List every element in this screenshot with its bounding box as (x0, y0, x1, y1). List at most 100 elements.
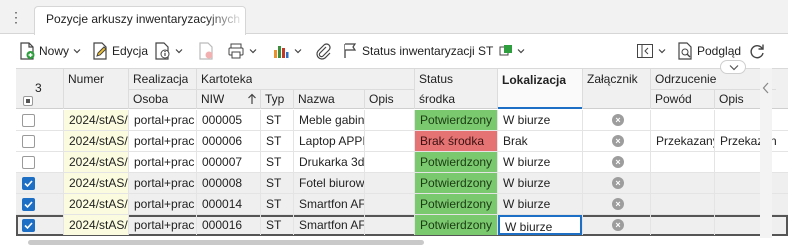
column-scroll-panel[interactable] (760, 68, 772, 238)
cell-numer[interactable]: 2024/stAS/ (64, 173, 128, 193)
scrollbar-thumb[interactable] (28, 240, 424, 245)
cell-opis[interactable] (365, 110, 414, 130)
cell-typ[interactable]: ST (261, 110, 293, 130)
cell-numer[interactable]: 2024/stAS/ (64, 131, 128, 151)
header-srodka[interactable]: środka (419, 92, 455, 106)
header-typ[interactable]: Typ (265, 92, 284, 106)
header-osoba[interactable]: Osoba (133, 92, 168, 106)
cell-status[interactable]: Potwierdzony (415, 110, 497, 130)
delete-document-button[interactable] (197, 40, 215, 62)
row-checkbox[interactable] (22, 135, 35, 148)
panel-toggle-button[interactable] (636, 40, 666, 62)
row-checkbox[interactable] (22, 198, 35, 211)
print-button[interactable] (227, 40, 257, 62)
cell-powod[interactable] (651, 194, 714, 214)
cell-powod[interactable] (651, 152, 714, 172)
cell-numer[interactable]: 2024/stAS/ (64, 194, 128, 214)
cell-powod[interactable]: Przekazany (651, 131, 714, 151)
new-button[interactable]: Nowy (18, 40, 81, 62)
table-row[interactable]: 2024/stAS/portal+prac 000014 ST Smartfon AF… (16, 194, 788, 215)
cell-lokalizacja[interactable]: Brak (498, 131, 582, 151)
cell-opis[interactable] (365, 215, 414, 235)
table-row[interactable]: 2024/stAS/portal+prac 000007 ST Drukarka 3d… (16, 152, 788, 173)
tab-pozycje-arkuszy[interactable]: Pozycje arkuszy inwentaryzacyjnych (34, 6, 246, 35)
cell-typ[interactable]: ST (261, 152, 293, 172)
cell-osoba[interactable]: portal+prac (129, 173, 196, 193)
status-inventory-button[interactable]: Status inwentaryzacji ST (342, 40, 525, 62)
cell-lokalizacja[interactable]: W biurze (498, 215, 582, 235)
cell-numer[interactable]: 2024/stAS/ (64, 215, 128, 235)
cell-typ[interactable]: ST (261, 173, 293, 193)
cell-niw[interactable]: 000008 (197, 173, 260, 193)
edit-button[interactable]: Edycja (91, 40, 148, 62)
cell-niw[interactable]: 000007 (197, 152, 260, 172)
cell-powod[interactable] (651, 110, 714, 130)
cell-osoba[interactable]: portal+prac (129, 194, 196, 214)
header-niw[interactable]: NIW (201, 92, 224, 106)
cell-nazwa[interactable]: Drukarka 3d (294, 152, 364, 172)
header-nazwa[interactable]: Nazwa (298, 92, 335, 106)
cell-nazwa[interactable]: Meble gabin (294, 110, 364, 130)
cell-typ[interactable]: ST (261, 194, 293, 214)
cell-niw[interactable]: 000014 (197, 194, 260, 214)
header-lokalizacja[interactable]: Lokalizacja (502, 73, 566, 87)
expand-header-button[interactable] (720, 60, 746, 74)
header-numer[interactable]: Numer (68, 72, 104, 86)
cell-typ[interactable]: ST (261, 215, 293, 235)
header-opis[interactable]: Opis (369, 92, 394, 106)
table-row[interactable]: 2024/stAS/portal+prac 000005 ST Meble gabin… (16, 110, 788, 131)
header-realizacja[interactable]: Realizacja (133, 72, 188, 86)
header-opis2[interactable]: Opis (719, 92, 744, 106)
row-checkbox[interactable] (22, 156, 35, 169)
cell-osoba[interactable]: portal+prac (129, 152, 196, 172)
cell-niw[interactable]: 000005 (197, 110, 260, 130)
header-status[interactable]: Status (419, 72, 453, 86)
cell-typ[interactable]: ST (261, 131, 293, 151)
cell-status[interactable]: Potwierdzony (415, 152, 497, 172)
row-checkbox[interactable] (22, 114, 35, 127)
cell-niw[interactable]: 000016 (197, 215, 260, 235)
sort-ascending-icon[interactable] (247, 93, 257, 105)
cell-status[interactable]: Brak środka (415, 131, 497, 151)
cell-powod[interactable] (651, 173, 714, 193)
table-row[interactable]: 2024/stAS/portal+prac 000006 ST Laptop APPI… (16, 131, 788, 152)
cell-numer[interactable]: 2024/stAS/ (64, 110, 128, 130)
header-odrzucenie[interactable]: Odrzucenie (655, 72, 716, 86)
table-row[interactable]: 2024/stAS/portal+prac 000016 ST Smartfon AF… (16, 215, 788, 236)
preview-button[interactable]: Podgląd (676, 40, 741, 62)
cell-status[interactable]: Potwierdzony (415, 215, 497, 235)
cell-status[interactable]: Potwierdzony (415, 173, 497, 193)
header-zalacznik[interactable]: Załącznik (587, 72, 638, 86)
cell-numer[interactable]: 2024/stAS/ (64, 152, 128, 172)
row-checkbox[interactable] (22, 177, 35, 190)
cell-opis[interactable] (365, 194, 414, 214)
cell-opis[interactable] (365, 152, 414, 172)
select-all-checkbox[interactable] (23, 96, 33, 106)
cell-lokalizacja[interactable]: W biurze (498, 173, 582, 193)
cell-osoba[interactable]: portal+prac (129, 110, 196, 130)
attachment-button[interactable] (314, 40, 332, 62)
more-options-icon[interactable]: ⋮ (8, 9, 24, 25)
cell-nazwa[interactable]: Laptop APPI (294, 131, 364, 151)
header-kartoteka[interactable]: Kartoteka (201, 72, 252, 86)
table-row[interactable]: 2024/stAS/portal+prac 000008 ST Fotel biuro… (16, 173, 788, 194)
cell-osoba[interactable]: portal+prac (129, 215, 196, 235)
cell-opis[interactable] (365, 173, 414, 193)
cell-lokalizacja[interactable]: W biurze (498, 110, 582, 130)
refresh-button[interactable] (748, 40, 766, 62)
cell-nazwa[interactable]: Fotel biurow (294, 173, 364, 193)
chart-button[interactable] (272, 40, 302, 62)
header-powod[interactable]: Powód (655, 92, 692, 106)
cell-status[interactable]: Potwierdzony (415, 194, 497, 214)
cell-lokalizacja[interactable]: W biurze (498, 152, 582, 172)
cell-powod[interactable] (651, 215, 714, 235)
cell-nazwa[interactable]: Smartfon AF (294, 194, 364, 214)
info-document-button[interactable] (153, 40, 183, 62)
cell-niw[interactable]: 000006 (197, 131, 260, 151)
cell-nazwa[interactable]: Smartfon AF (294, 215, 364, 235)
row-checkbox[interactable] (22, 219, 35, 232)
cell-osoba[interactable]: portal+prac (129, 131, 196, 151)
cell-lokalizacja[interactable]: W biurze (498, 194, 582, 214)
cell-opis[interactable] (365, 131, 414, 151)
horizontal-scrollbar[interactable] (16, 238, 772, 246)
